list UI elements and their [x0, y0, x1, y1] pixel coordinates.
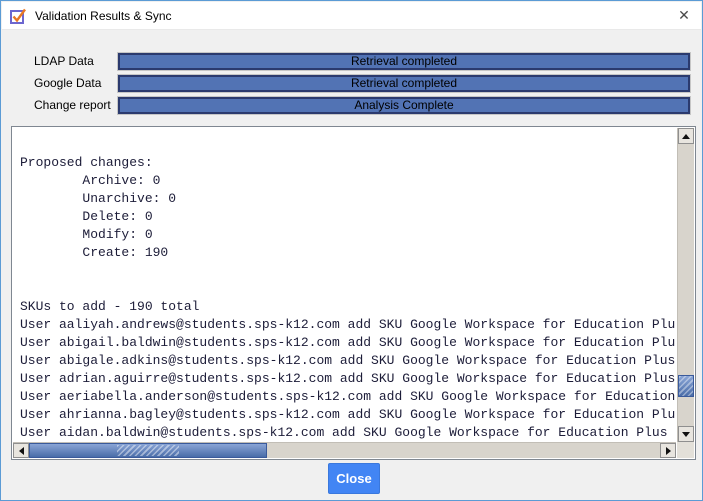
arrow-left-icon [18, 446, 24, 455]
scroll-right-button[interactable] [660, 443, 676, 458]
window-title: Validation Results & Sync [35, 9, 172, 23]
titlebar: Validation Results & Sync ✕ [2, 2, 701, 30]
change-report-progressbar: Analysis Complete [118, 97, 690, 114]
vertical-scrollbar[interactable] [677, 128, 694, 442]
report-text: Proposed changes: Archive: 0 Unarchive: … [20, 155, 676, 440]
validation-checkbox-icon [10, 8, 27, 25]
arrow-up-icon [682, 133, 690, 139]
horizontal-scrollbar[interactable] [13, 442, 676, 458]
close-icon[interactable]: ✕ [667, 2, 701, 30]
change-report-label: Change report [34, 98, 111, 112]
scroll-left-button[interactable] [13, 443, 29, 458]
arrow-right-icon [665, 446, 671, 455]
scrollbar-corner [677, 442, 694, 458]
scroll-down-button[interactable] [678, 426, 694, 442]
ldap-data-label: LDAP Data [34, 54, 94, 68]
ldap-data-progressbar: Retrieval completed [118, 53, 690, 70]
thumb-grip-texture [117, 445, 179, 456]
scroll-up-button[interactable] [678, 128, 694, 144]
google-data-label: Google Data [34, 76, 102, 90]
google-data-status: Retrieval completed [350, 76, 458, 90]
change-report-textarea: Proposed changes: Archive: 0 Unarchive: … [11, 126, 696, 460]
google-data-progressbar: Retrieval completed [118, 75, 690, 92]
vertical-scrollbar-thumb[interactable] [678, 375, 694, 397]
change-report-status: Analysis Complete [354, 98, 454, 112]
close-button[interactable]: Close [328, 463, 380, 494]
horizontal-scrollbar-thumb[interactable] [29, 443, 267, 458]
ldap-data-status: Retrieval completed [350, 54, 458, 68]
arrow-down-icon [682, 431, 690, 437]
validation-results-dialog: Validation Results & Sync ✕ LDAP Data Re… [0, 0, 703, 501]
